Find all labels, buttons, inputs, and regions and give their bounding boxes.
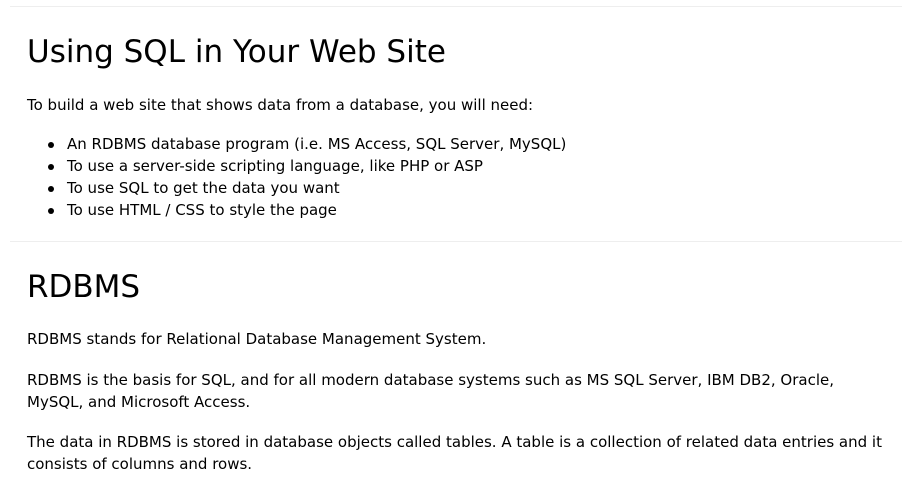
list-item: To use SQL to get the data you want — [27, 177, 566, 199]
requirements-list: An RDBMS database program (i.e. MS Acces… — [27, 133, 566, 221]
list-item: To use HTML / CSS to style the page — [27, 199, 566, 221]
section-heading-rdbms: RDBMS — [27, 269, 141, 305]
list-item: An RDBMS database program (i.e. MS Acces… — [27, 133, 566, 155]
list-item: To use a server-side scripting language,… — [27, 155, 566, 177]
rdbms-tables-paragraph: The data in RDBMS is stored in database … — [27, 433, 882, 473]
top-divider — [10, 6, 902, 7]
rdbms-basis-paragraph: RDBMS is the basis for SQL, and for all … — [27, 371, 834, 411]
section-heading-using-sql: Using SQL in Your Web Site — [27, 34, 446, 70]
section-divider — [10, 241, 902, 242]
intro-paragraph: To build a web site that shows data from… — [27, 96, 534, 114]
rdbms-definition-paragraph: RDBMS stands for Relational Database Man… — [27, 330, 487, 348]
